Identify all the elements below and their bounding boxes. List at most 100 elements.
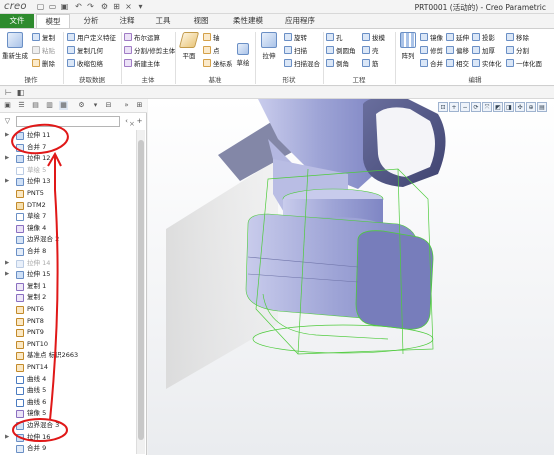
- group-label-datum: 基准: [208, 76, 222, 84]
- project-button[interactable]: 投影: [472, 33, 495, 43]
- udf-button[interactable]: 用户定义特征: [67, 33, 116, 43]
- sketch-button[interactable]: 草绘: [234, 43, 252, 67]
- layer-tree-tab-icon[interactable]: ☰: [17, 101, 26, 110]
- regenerate-button[interactable]: 重新生成: [2, 32, 28, 60]
- expand-arrow-icon[interactable]: ▶: [5, 176, 9, 188]
- shell-button[interactable]: 壳: [362, 46, 379, 56]
- shrinkwrap-button[interactable]: 收缩包络: [67, 59, 103, 69]
- tab-tools[interactable]: 工具: [148, 14, 178, 28]
- previous-icon[interactable]: ‹: [122, 117, 131, 126]
- expand-arrow-icon[interactable]: ▶: [5, 269, 9, 281]
- tree-options-icon[interactable]: ⊟: [104, 101, 113, 110]
- close-window-icon[interactable]: ×: [124, 2, 133, 11]
- extrude-label: 拉伸: [262, 52, 276, 60]
- show-icon[interactable]: ▦: [59, 101, 68, 110]
- unify-faces-icon: [506, 59, 514, 67]
- ribbon-tabs: 文件 模型 分析 注释 工具 视图 柔性建模 应用程序: [0, 14, 554, 28]
- tab-flexible-modeling[interactable]: 柔性建模: [226, 14, 270, 28]
- tree-scrollbar-thumb[interactable]: [138, 140, 144, 440]
- expand-arrow-icon[interactable]: ▶: [5, 153, 9, 165]
- pattern-button[interactable]: 阵列: [398, 32, 418, 60]
- folder-browser-icon[interactable]: ▤: [31, 101, 40, 110]
- tab-analysis[interactable]: 分析: [76, 14, 106, 28]
- plane-button[interactable]: 平面: [178, 32, 200, 60]
- paste-icon: [32, 46, 40, 54]
- chamfer-button[interactable]: 倒角: [326, 59, 349, 69]
- draft-button[interactable]: 拔模: [362, 33, 385, 43]
- group-label-operations: 操作: [24, 76, 38, 84]
- tab-file[interactable]: 文件: [0, 14, 34, 28]
- round-button[interactable]: 倒圆角: [326, 46, 356, 56]
- boundary-blend-icon: [16, 236, 24, 245]
- datum-point-icon: [16, 340, 24, 349]
- settings-icon[interactable]: ⚙: [77, 101, 86, 110]
- tab-annotate[interactable]: 注释: [112, 14, 142, 28]
- mirror-button[interactable]: 镜像: [420, 33, 443, 43]
- expand-arrow-icon[interactable]: ▶: [5, 130, 9, 142]
- copy-button[interactable]: 复制: [32, 33, 55, 43]
- save-icon[interactable]: ▣: [60, 2, 69, 11]
- new-body-button[interactable]: 新建主体: [124, 59, 160, 69]
- tree-item-label: 拉伸 13: [27, 177, 51, 186]
- windows-icon[interactable]: ⊞: [112, 2, 121, 11]
- boolean-button[interactable]: 布尔运算: [124, 33, 160, 43]
- thicken-button[interactable]: 加厚: [472, 46, 495, 56]
- rib-button[interactable]: 筋: [362, 59, 379, 69]
- undo-icon[interactable]: ↶: [74, 2, 83, 11]
- solidify-button[interactable]: 实体化: [472, 59, 502, 69]
- layer-icon[interactable]: ◧: [16, 88, 25, 97]
- split-trim-body-button[interactable]: 分割/修剪主体: [124, 46, 175, 56]
- group-label-get-data: 获取数据: [79, 76, 105, 84]
- extrude-button[interactable]: 拉伸: [258, 32, 280, 60]
- extrude-icon: [261, 32, 277, 48]
- tree-item-label: 曲线 4: [27, 374, 47, 383]
- tree-search-input[interactable]: ×: [16, 116, 135, 128]
- model-tree-tab-icon[interactable]: ▣: [3, 101, 12, 110]
- tab-view[interactable]: 视图: [186, 14, 216, 28]
- copy-geometry-button[interactable]: 复制几何: [67, 46, 103, 56]
- regenerate-icon[interactable]: ⚙: [100, 2, 109, 11]
- intersect-label: 相交: [456, 60, 469, 68]
- remove-button[interactable]: 移除: [506, 33, 529, 43]
- add-icon[interactable]: +: [135, 117, 144, 126]
- offset-button[interactable]: 偏移: [446, 46, 469, 56]
- intersect-button[interactable]: 相交: [446, 59, 469, 69]
- shrinkwrap-icon: [67, 59, 75, 67]
- tab-model[interactable]: 模型: [36, 14, 70, 28]
- favorites-icon[interactable]: ▥: [45, 101, 54, 110]
- redo-icon[interactable]: ↷: [86, 2, 95, 11]
- new-file-icon[interactable]: ▢: [36, 2, 45, 11]
- expand-arrow-icon[interactable]: ▶: [5, 432, 9, 444]
- trim-button[interactable]: 修剪: [420, 46, 443, 56]
- tree-filter-icon[interactable]: ▾: [91, 101, 100, 110]
- unify-faces-button[interactable]: 一体化面: [506, 59, 542, 69]
- title-bar: creo ▢ ▭ ▣ ↶ ↷ ⚙ ⊞ × ▾ PRT0001 (活动的) - C…: [0, 0, 554, 14]
- boundary-blend-icon: [16, 422, 24, 430]
- paste-button[interactable]: 粘贴: [32, 46, 55, 56]
- split-button[interactable]: 分割: [506, 46, 529, 56]
- graphics-viewport[interactable]: ⊡ + − ⟳ ⤧ ◩ ◨ ✣ ⊕ ▤: [148, 99, 554, 455]
- customize-quick-access-icon[interactable]: ▾: [136, 2, 145, 11]
- csys-button[interactable]: 坐标系: [203, 59, 233, 69]
- datum-point-icon: [16, 352, 24, 361]
- new-body-icon: [124, 59, 132, 67]
- swept-blend-button[interactable]: 扫描混合: [284, 59, 320, 69]
- extend-button[interactable]: 延伸: [446, 33, 469, 43]
- tree-scrollbar[interactable]: [136, 130, 145, 454]
- datum-point-icon: [16, 317, 24, 326]
- open-file-icon[interactable]: ▭: [48, 2, 57, 11]
- axis-button[interactable]: 轴: [203, 33, 220, 43]
- model-tree: ▶ 拉伸 11 合并 7 ▶ 拉伸 12 草绘 5 ▶ 拉伸 13 PNT5 DTM2 草绘 7 镜像…: [0, 130, 135, 455]
- more-icon[interactable]: »: [122, 101, 131, 110]
- revolve-button[interactable]: 旋转: [284, 33, 307, 43]
- sweep-button[interactable]: 扫描: [284, 46, 307, 56]
- hole-button[interactable]: 孔: [326, 33, 343, 43]
- point-button[interactable]: 点: [203, 46, 220, 56]
- expand-menu-icon[interactable]: ⊞: [135, 101, 144, 110]
- tab-applications[interactable]: 应用程序: [280, 14, 320, 28]
- rib-icon: [362, 59, 370, 67]
- delete-button[interactable]: 删除: [32, 59, 55, 69]
- expand-arrow-icon[interactable]: ▶: [5, 258, 9, 270]
- pin-icon[interactable]: ⊢: [4, 88, 13, 97]
- merge-button[interactable]: 合并: [420, 59, 443, 69]
